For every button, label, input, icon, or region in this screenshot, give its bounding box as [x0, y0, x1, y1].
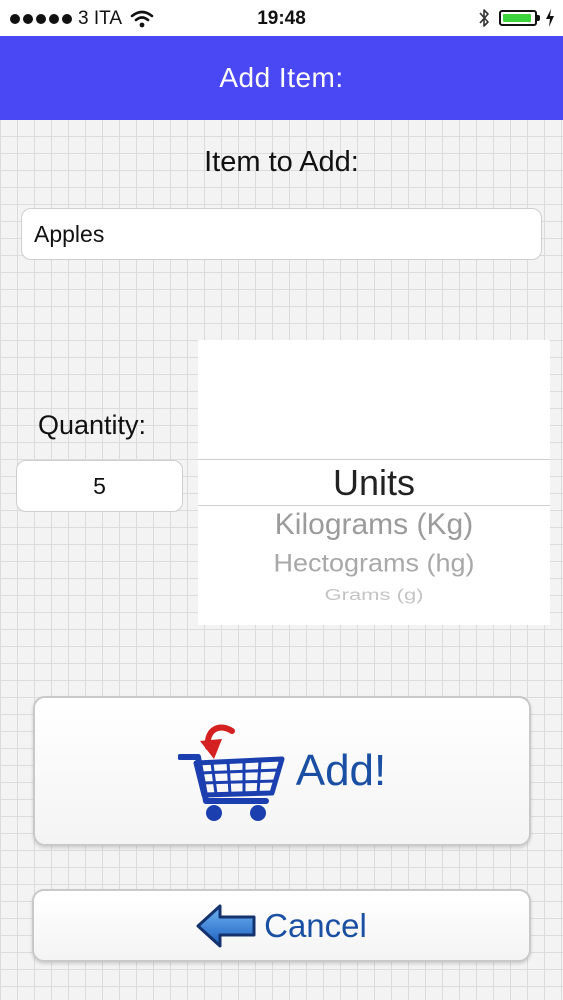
- item-name-input[interactable]: [21, 208, 542, 260]
- picker-option-grams[interactable]: Grams (g): [198, 586, 550, 604]
- add-button[interactable]: Add!: [33, 696, 531, 846]
- bluetooth-icon: [479, 9, 489, 27]
- picker-selection-top-line: [198, 459, 550, 460]
- cancel-button[interactable]: Cancel: [32, 889, 531, 962]
- item-to-add-label: Item to Add:: [204, 146, 359, 178]
- quantity-label: Quantity:: [38, 410, 147, 440]
- add-button-label: Add!: [295, 746, 387, 795]
- picker-option-kilograms[interactable]: Kilograms (Kg): [198, 508, 550, 542]
- status-bar: 3 ITA 19:48: [0, 0, 563, 36]
- quantity-input[interactable]: [16, 460, 183, 512]
- left-arrow-icon: [196, 904, 256, 947]
- cancel-button-label: Cancel: [264, 906, 367, 944]
- picker-option-hectograms[interactable]: Hectograms (hg): [198, 549, 550, 578]
- battery-icon: [499, 10, 540, 26]
- picker-selection-bottom-line: [198, 505, 550, 506]
- shopping-cart-icon: [177, 724, 285, 821]
- charging-icon: [546, 9, 554, 27]
- picker-option-units[interactable]: Units: [198, 462, 550, 504]
- unit-picker[interactable]: Units Kilograms (Kg) Hectograms (hg) Gra…: [198, 340, 550, 625]
- status-right: [477, 7, 555, 29]
- page-title: Add Item:: [219, 62, 344, 93]
- navigation-bar: Add Item:: [0, 36, 563, 120]
